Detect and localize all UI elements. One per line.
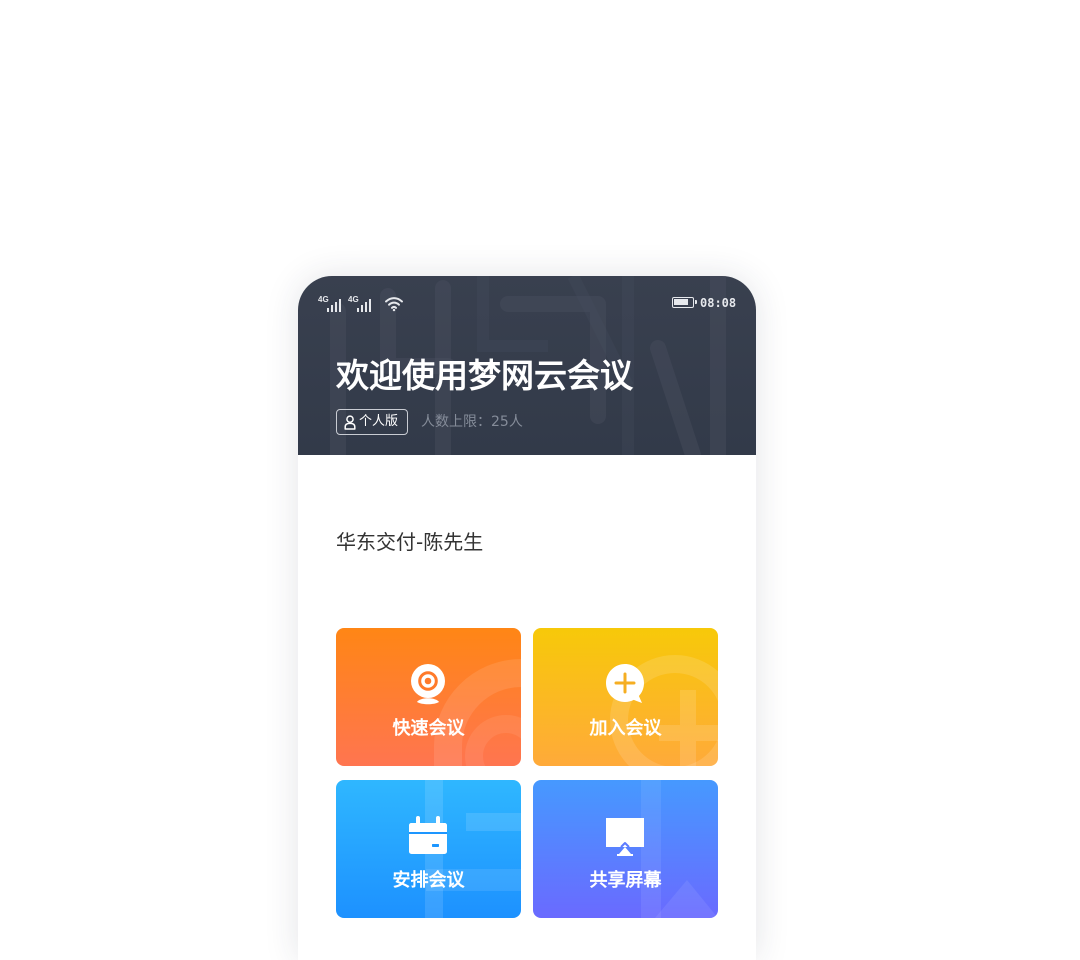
user-display-name: 华东交付-陈先生	[336, 530, 484, 554]
wifi-icon	[385, 297, 403, 312]
share-screen-label: 共享屏幕	[589, 870, 662, 891]
status-time: 08:08	[700, 296, 737, 310]
welcome-title: 欢迎使用梦网云会议	[336, 356, 633, 395]
share-screen-button[interactable]: 共享屏幕	[533, 780, 718, 918]
edition-badge: 个人版	[336, 409, 408, 435]
quick-meeting-button[interactable]: 快速会议	[336, 628, 521, 766]
edition-label: 个人版	[359, 414, 399, 429]
status-bar: 4G 4G 08:08	[298, 276, 756, 334]
mobile-app-frame: 4G 4G 08:08 欢迎使用梦网云会议 个人版 人数上限：25人 华东交付-…	[298, 276, 756, 960]
calendar-icon	[409, 816, 447, 854]
schedule-meeting-button[interactable]: 安排会议	[336, 780, 521, 918]
join-meeting-label: 加入会议	[589, 718, 662, 739]
join-meeting-button[interactable]: 加入会议	[533, 628, 718, 766]
schedule-meeting-label: 安排会议	[392, 870, 465, 891]
camera-icon	[411, 664, 445, 705]
person-outline-icon	[344, 415, 356, 430]
screen-share-icon	[606, 818, 644, 856]
battery-icon	[672, 297, 697, 308]
welcome-header: 4G 4G 08:08 欢迎使用梦网云会议 个人版 人数上限：25人	[298, 276, 756, 455]
screenshot-canvas: 4G 4G 08:08 欢迎使用梦网云会议 个人版 人数上限：25人 华东交付-…	[0, 0, 1080, 960]
participant-limit: 人数上限：25人	[421, 414, 523, 430]
add-chat-icon	[606, 664, 644, 703]
quick-meeting-label: 快速会议	[392, 718, 465, 739]
